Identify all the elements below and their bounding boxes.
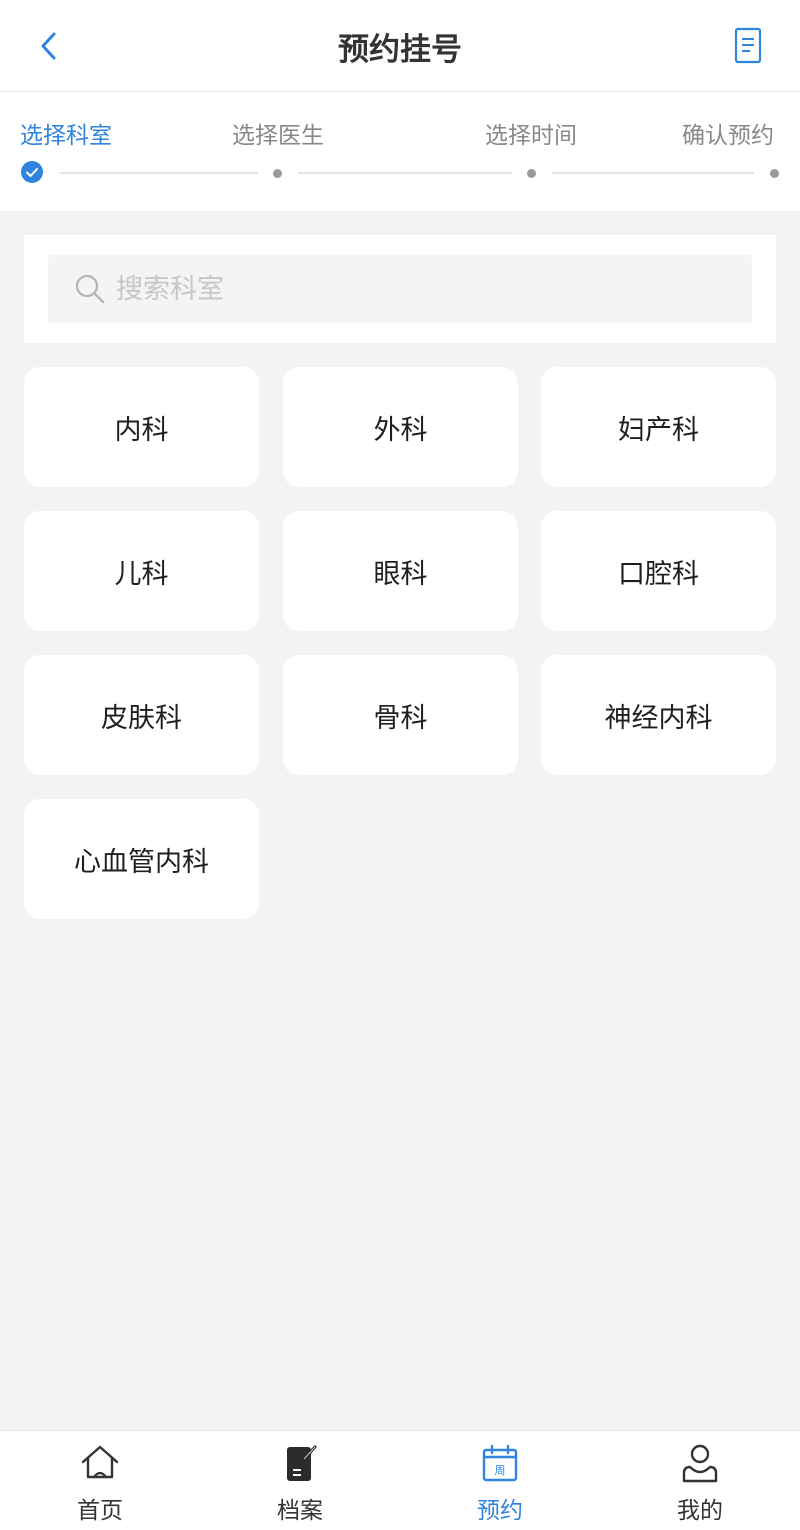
step-label-confirm: 确认预约 <box>682 123 774 149</box>
department-card-xinxueguanneike[interactable]: 心血管内科 <box>24 799 259 919</box>
step-label-department: 选择科室 <box>20 123 112 149</box>
department-card-yanke[interactable]: 眼科 <box>283 511 518 631</box>
tab-appointment[interactable]: 周 预约 <box>400 1431 600 1530</box>
tab-label-records: 档案 <box>277 1498 323 1524</box>
department-card-fuchanke[interactable]: 妇产科 <box>541 367 776 487</box>
tab-label-profile: 我的 <box>677 1498 723 1524</box>
department-card-shenjingneike[interactable]: 神经内科 <box>541 655 776 775</box>
department-card-pifuke[interactable]: 皮肤科 <box>24 655 259 775</box>
step-label-time: 选择时间 <box>485 123 577 149</box>
step-connector <box>60 172 258 174</box>
tab-profile[interactable]: 我的 <box>600 1431 800 1530</box>
page-title: 预约挂号 <box>338 32 462 68</box>
document-icon <box>734 27 762 64</box>
step-dot <box>527 169 536 178</box>
user-icon <box>682 1444 718 1483</box>
search-card <box>24 235 776 343</box>
tab-home[interactable]: 首页 <box>0 1431 200 1530</box>
nav-header: 预约挂号 <box>0 0 800 92</box>
check-circle-icon <box>21 161 43 183</box>
department-card-guke[interactable]: 骨科 <box>283 655 518 775</box>
search-box[interactable] <box>48 255 752 323</box>
department-card-kouqiangke[interactable]: 口腔科 <box>541 511 776 631</box>
search-icon <box>75 274 105 304</box>
step-connector <box>298 172 512 174</box>
records-button[interactable] <box>728 24 768 68</box>
tab-records[interactable]: 档案 <box>200 1431 400 1530</box>
department-card-waike[interactable]: 外科 <box>283 367 518 487</box>
bottom-tab-bar: 首页 档案 周 预约 我的 <box>0 1430 800 1530</box>
department-card-erke[interactable]: 儿科 <box>24 511 259 631</box>
search-input[interactable] <box>116 267 716 311</box>
step-label-doctor: 选择医生 <box>232 123 324 149</box>
step-connector <box>552 172 754 174</box>
step-dot <box>273 169 282 178</box>
tab-label-appointment: 预约 <box>477 1498 523 1524</box>
home-icon <box>81 1445 119 1479</box>
tab-label-home: 首页 <box>77 1498 123 1524</box>
step-indicator: 选择科室 选择医生 选择时间 确认预约 <box>0 92 800 211</box>
file-edit-icon <box>287 1445 317 1481</box>
calendar-icon: 周 <box>482 1444 518 1482</box>
calendar-icon-text: 周 <box>495 1464 506 1477</box>
department-card-neike[interactable]: 内科 <box>24 367 259 487</box>
step-dot <box>770 169 779 178</box>
